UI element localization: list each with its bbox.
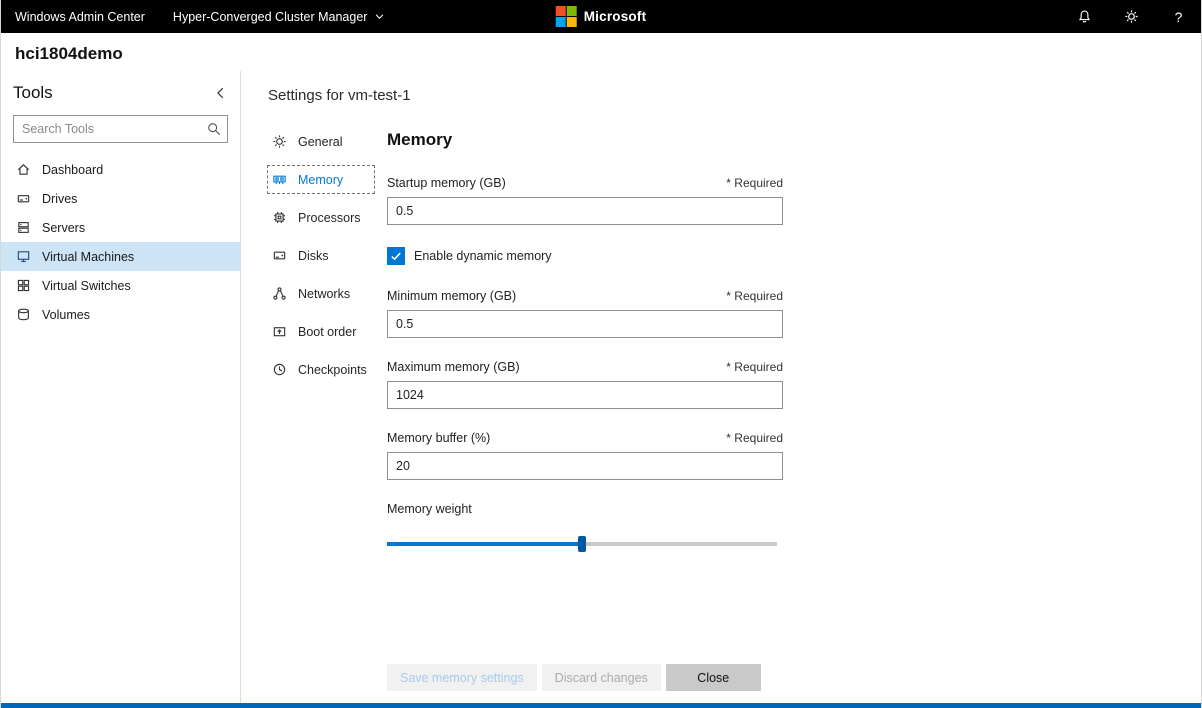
settings-tab-label: Memory [298,173,343,187]
enable-dynamic-memory-checkbox-row[interactable]: Enable dynamic memory [387,247,783,265]
sidebar-item-label: Volumes [42,308,90,322]
collapse-sidebar-chevron-left-icon[interactable] [214,86,228,100]
cpu-icon [271,210,288,225]
search-icon[interactable] [207,122,221,136]
windows-admin-center-window: Windows Admin Center Hyper-Converged Clu… [0,0,1202,708]
ms-logo-square-green [567,6,577,16]
maximum-memory-field: Maximum memory (GB) * Required [387,360,783,409]
microsoft-brand: Microsoft [556,6,647,27]
close-button[interactable]: Close [666,664,761,691]
ms-logo-square-blue [556,17,566,27]
ms-logo-square-red [556,6,566,16]
maximum-memory-input[interactable] [387,381,783,409]
slider-track[interactable] [387,542,777,546]
settings-pane-title: Settings for vm-test-1 [268,87,1201,104]
settings-tab-general[interactable]: General [268,128,374,155]
boot-order-icon [271,324,288,339]
network-icon [271,286,288,301]
save-memory-settings-button[interactable]: Save memory settings [387,664,537,691]
discard-changes-button[interactable]: Discard changes [542,664,661,691]
required-indicator: * Required [726,176,783,190]
solution-title: Hyper-Converged Cluster Manager [173,10,368,24]
cluster-name-heading: hci1804demo [1,33,1201,71]
notifications-bell-icon[interactable] [1076,9,1093,24]
dashboard-icon [15,162,31,177]
top-bar: Windows Admin Center Hyper-Converged Clu… [1,0,1201,33]
settings-tab-label: Checkpoints [298,363,367,377]
search-tools-input[interactable] [13,115,228,143]
minimum-memory-field: Minimum memory (GB) * Required [387,289,783,338]
clock-icon [271,362,288,377]
maximum-memory-label: Maximum memory (GB) [387,360,520,374]
settings-tab-processors[interactable]: Processors [268,204,374,231]
settings-tab-networks[interactable]: Networks [268,280,374,307]
disk-icon [271,248,288,263]
tools-sidebar: Tools [1,71,241,703]
sidebar-item-label: Virtual Machines [42,250,134,264]
sidebar-item-virtual-machines[interactable]: Virtual Machines [1,242,240,271]
help-icon[interactable]: ? [1170,10,1187,24]
settings-tab-checkpoints[interactable]: Checkpoints [268,356,374,383]
memory-icon [271,172,288,187]
memory-weight-label: Memory weight [387,502,783,516]
sidebar-item-volumes[interactable]: Volumes [1,300,240,329]
minimum-memory-input[interactable] [387,310,783,338]
tools-list: Dashboard Drives [1,155,240,329]
memory-weight-slider[interactable] [387,536,777,552]
servers-icon [15,220,31,235]
sidebar-item-virtual-switches[interactable]: Virtual Switches [1,271,240,300]
virtual-switches-icon [15,278,31,293]
virtual-machines-icon [15,249,31,264]
microsoft-logo-icon [556,6,577,27]
settings-tab-label: Networks [298,287,350,301]
required-indicator: * Required [726,360,783,374]
sidebar-item-servers[interactable]: Servers [1,213,240,242]
form-actions: Save memory settings Discard changes Clo… [387,664,783,691]
settings-tab-boot-order[interactable]: Boot order [268,318,374,345]
solution-switcher[interactable]: Hyper-Converged Cluster Manager [173,10,386,24]
sidebar-item-label: Drives [42,192,77,206]
startup-memory-field: Startup memory (GB) * Required [387,176,783,225]
volumes-icon [15,307,31,322]
sidebar-item-drives[interactable]: Drives [1,184,240,213]
settings-tab-disks[interactable]: Disks [268,242,374,269]
ms-logo-square-yellow [567,17,577,27]
required-indicator: * Required [726,431,783,445]
slider-fill [387,542,582,546]
memory-buffer-field: Memory buffer (%) * Required [387,431,783,480]
cluster-name: hci1804demo [15,44,123,64]
startup-memory-label: Startup memory (GB) [387,176,506,190]
chevron-down-icon [374,11,385,22]
settings-tab-label: Disks [298,249,329,263]
microsoft-wordmark: Microsoft [584,9,647,24]
required-indicator: * Required [726,289,783,303]
settings-gear-icon[interactable] [1123,9,1140,24]
sidebar-item-label: Dashboard [42,163,103,177]
memory-buffer-input[interactable] [387,452,783,480]
startup-memory-input[interactable] [387,197,783,225]
sidebar-item-label: Servers [42,221,85,235]
tools-heading: Tools [13,83,53,103]
minimum-memory-label: Minimum memory (GB) [387,289,516,303]
bottom-accent-bar [1,703,1201,708]
drive-icon [15,191,31,206]
enable-dynamic-memory-label: Enable dynamic memory [414,249,552,263]
sidebar-item-label: Virtual Switches [42,279,131,293]
settings-tab-label: General [298,135,342,149]
app-title[interactable]: Windows Admin Center [15,10,145,24]
checkbox-checked-icon[interactable] [387,247,405,265]
settings-nav: General Memory [268,128,387,691]
page-title: Memory [387,130,783,150]
gear-icon [271,134,288,149]
slider-thumb[interactable] [578,536,586,552]
settings-pane: Settings for vm-test-1 General [241,71,1201,703]
settings-tab-label: Processors [298,211,361,225]
memory-settings-form: Memory Startup memory (GB) * Required En… [387,128,783,691]
memory-weight-field: Memory weight [387,502,783,552]
settings-tab-label: Boot order [298,325,356,339]
sidebar-item-dashboard[interactable]: Dashboard [1,155,240,184]
settings-tab-memory[interactable]: Memory [268,166,374,193]
memory-buffer-label: Memory buffer (%) [387,431,490,445]
